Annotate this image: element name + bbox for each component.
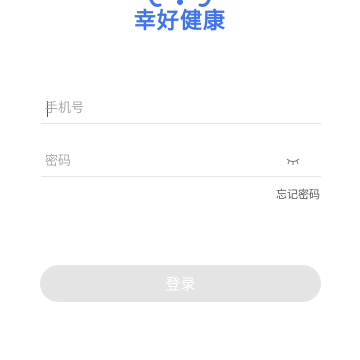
app-logo-icon (149, 0, 211, 7)
forgot-password-link[interactable]: 忘记密码 (276, 186, 320, 202)
login-button[interactable]: 登录 (40, 265, 321, 302)
app-name: 幸好健康 (133, 9, 226, 34)
login-screen: 幸好健康 忘记密码 登录 (0, 0, 360, 360)
phone-field[interactable] (41, 95, 321, 124)
password-field[interactable] (41, 148, 321, 177)
phone-input[interactable] (45, 97, 265, 119)
password-input[interactable] (45, 150, 265, 172)
eye-closed-icon[interactable] (285, 156, 301, 166)
